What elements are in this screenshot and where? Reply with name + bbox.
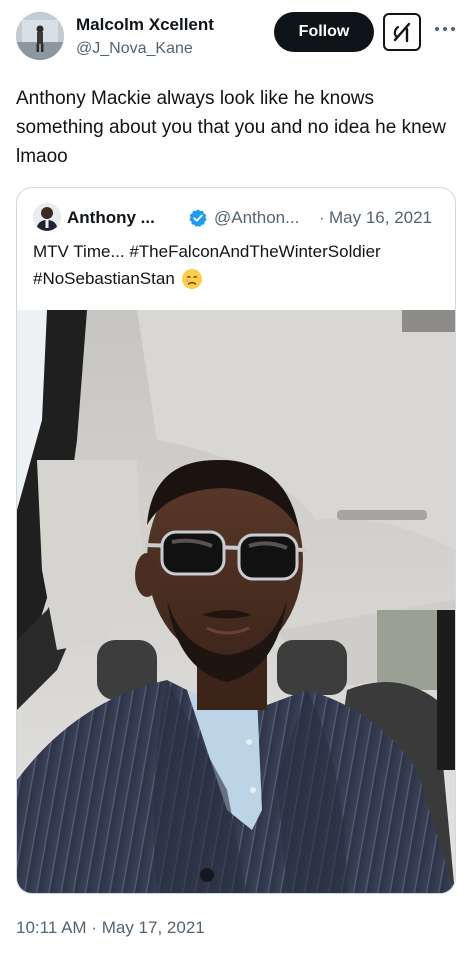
quote-text-line-2-wrap: #NoSebastianStan [33,265,203,292]
quote-author-avatar[interactable] [33,203,61,231]
tweet-time: 10:11 AM [16,918,87,937]
tweet-text: Anthony Mackie always look like he knows… [16,88,446,167]
follow-button[interactable]: Follow [274,12,374,52]
crying-face-emoji [181,268,203,290]
quote-text-line-1: MTV Time... #TheFalconAndTheWinterSoldie… [33,242,381,261]
quote-date[interactable]: May 16, 2021 [329,207,432,229]
quote-separator: · [319,208,325,227]
quote-text-line-2: #NoSebastianStan [33,269,175,288]
author-display-name[interactable]: Malcolm Xcellent [76,14,214,36]
author-handle[interactable]: @J_Nova_Kane [76,39,193,59]
quote-tweet-card[interactable]: Anthony ... @Anthon... · May 16, 2021 MT… [16,187,456,894]
timestamp-separator: · [91,918,97,937]
quote-photo[interactable] [17,310,455,893]
quote-author-name[interactable]: Anthony ... [67,207,155,229]
more-icon[interactable] [430,14,460,44]
tweet-date: May 17, 2021 [101,918,205,937]
verified-badge-icon [188,208,208,228]
quote-text: MTV Time... #TheFalconAndTheWinterSoldie… [33,238,443,292]
tweet-timestamp[interactable]: 10:11 AM · May 17, 2021 [16,917,205,939]
tweet-header: Malcolm Xcellent @J_Nova_Kane Follow [0,0,474,70]
author-avatar[interactable] [16,12,64,60]
quote-author-handle[interactable]: @Anthon... [214,207,299,229]
grok-icon[interactable] [383,13,421,51]
